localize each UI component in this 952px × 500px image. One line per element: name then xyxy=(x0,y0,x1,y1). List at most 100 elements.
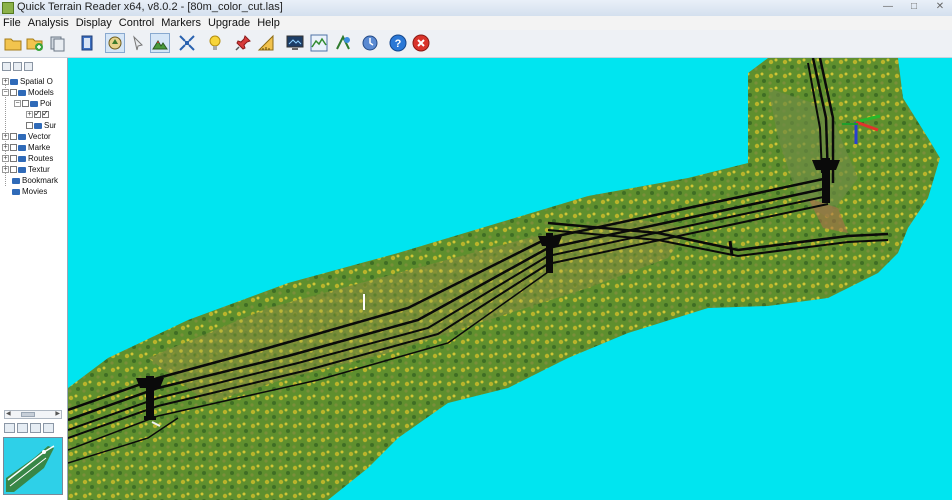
tree-item-routes[interactable]: + Routes xyxy=(2,153,53,164)
checkbox[interactable] xyxy=(10,166,17,173)
tree-label: Movies xyxy=(22,187,48,196)
tree-item-spatial[interactable]: + Spatial O xyxy=(2,76,53,87)
close-button[interactable]: ✕ xyxy=(934,1,946,13)
layers-icon[interactable] xyxy=(47,33,67,53)
tree-label: Models xyxy=(28,88,54,97)
checkbox[interactable] xyxy=(10,89,17,96)
help-icon[interactable]: ? xyxy=(388,33,408,53)
checkbox[interactable] xyxy=(10,144,17,151)
checkbox[interactable] xyxy=(10,133,17,140)
open-folder-icon[interactable] xyxy=(3,33,23,53)
window-controls: — □ ✕ xyxy=(882,1,946,13)
tree-label: Spatial O xyxy=(20,77,53,86)
maximize-button[interactable]: □ xyxy=(908,1,920,13)
checkbox-checked[interactable] xyxy=(42,109,49,118)
tree-tab[interactable] xyxy=(2,62,11,71)
expand-toggle[interactable]: + xyxy=(2,144,9,151)
collapse-toggle[interactable]: − xyxy=(14,100,21,107)
scroll-right-arrow[interactable]: ▶ xyxy=(55,411,60,418)
svg-text:?: ? xyxy=(395,38,402,50)
properties-tab[interactable] xyxy=(13,62,22,71)
minimap-lock-icon[interactable] xyxy=(43,423,54,433)
menu-help[interactable]: Help xyxy=(254,17,284,29)
folder-icon xyxy=(18,133,26,140)
folder-icon xyxy=(12,177,20,184)
tree-item-point-model[interactable]: + xyxy=(26,109,50,120)
checkbox[interactable] xyxy=(10,155,17,162)
terrain-view-icon[interactable] xyxy=(150,33,170,53)
select-icon[interactable] xyxy=(128,33,148,53)
window-title: Quick Terrain Reader x64, v8.0.2 - [80m_… xyxy=(17,1,283,13)
tree-horizontal-scrollbar[interactable]: ◀ ▶ xyxy=(4,410,62,419)
profile-icon[interactable] xyxy=(309,33,329,53)
overview-minimap[interactable] xyxy=(3,437,63,495)
expand-toggle[interactable]: + xyxy=(2,133,9,140)
tree-label: Poi xyxy=(40,99,52,108)
menu-display[interactable]: Display xyxy=(73,17,116,29)
menu-control[interactable]: Control xyxy=(116,17,158,29)
minimap-toolbar xyxy=(4,423,54,433)
tree-item-surface[interactable]: Sur xyxy=(26,120,56,131)
navigate-icon[interactable] xyxy=(105,33,125,53)
toolbar: ? xyxy=(0,30,952,58)
refresh-icon[interactable] xyxy=(360,33,380,53)
pushpin-icon[interactable] xyxy=(233,33,253,53)
tree-label: Vector xyxy=(28,132,51,141)
menu-bar: File Analysis Display Control Markers Up… xyxy=(0,16,952,30)
tree-label: Sur xyxy=(44,121,57,130)
checkbox-checked[interactable] xyxy=(34,109,41,118)
minimap-graphic xyxy=(6,445,55,492)
tree-label: Bookmark xyxy=(22,176,59,185)
folder-icon xyxy=(18,89,26,96)
collapse-toggle[interactable]: − xyxy=(2,89,9,96)
tree-label: Marke xyxy=(28,143,51,152)
lightbulb-icon[interactable] xyxy=(205,33,225,53)
folder-icon xyxy=(18,144,26,151)
folder-icon xyxy=(18,166,26,173)
book-icon[interactable] xyxy=(77,33,97,53)
menu-markers[interactable]: Markers xyxy=(158,17,205,29)
panel-tabs xyxy=(2,62,33,71)
folder-icon xyxy=(12,188,20,195)
monitor-icon[interactable] xyxy=(285,33,305,53)
scroll-thumb[interactable] xyxy=(21,412,35,417)
add-file-icon[interactable] xyxy=(25,33,45,53)
tree-item-models[interactable]: − Models xyxy=(2,87,54,98)
list-tab[interactable] xyxy=(24,62,33,71)
tree-item-textures[interactable]: + Textur xyxy=(2,164,50,175)
minimap-fit-icon[interactable] xyxy=(30,423,41,433)
expand-toggle[interactable]: + xyxy=(2,166,9,173)
tree-item-vector[interactable]: + Vector xyxy=(2,131,51,142)
minimize-button[interactable]: — xyxy=(882,1,894,13)
point-cloud-scene xyxy=(68,58,940,500)
app-icon xyxy=(2,2,14,14)
zoom-extents-icon[interactable] xyxy=(177,33,197,53)
tree-item-markers[interactable]: + Marke xyxy=(2,142,50,153)
expand-toggle[interactable]: + xyxy=(2,78,9,85)
tree-label: Routes xyxy=(28,154,54,163)
checkbox[interactable] xyxy=(26,122,33,129)
scene-tree-panel: +Spatial O −Models −Poi + Sur +Vector +M… xyxy=(0,58,68,500)
expand-toggle[interactable]: + xyxy=(26,111,33,118)
menu-upgrade[interactable]: Upgrade xyxy=(205,17,254,29)
folder-icon xyxy=(10,78,18,85)
folder-icon xyxy=(34,122,42,129)
measure-icon[interactable] xyxy=(256,33,276,53)
menu-file[interactable]: File xyxy=(0,17,25,29)
checkbox[interactable] xyxy=(22,100,29,107)
menu-analysis[interactable]: Analysis xyxy=(25,17,73,29)
expand-toggle[interactable]: + xyxy=(2,155,9,162)
tree-item-movies[interactable]: Movies xyxy=(12,186,47,197)
tree-label: Textur xyxy=(28,165,50,174)
line-pole xyxy=(728,240,734,256)
stop-icon[interactable] xyxy=(411,33,431,53)
3d-viewport[interactable] xyxy=(68,58,952,500)
scroll-left-arrow[interactable]: ◀ xyxy=(6,411,11,418)
tree-item-poi[interactable]: − Poi xyxy=(14,98,52,109)
marker-icon[interactable] xyxy=(333,33,353,53)
folder-icon xyxy=(30,100,38,107)
minimap-zoom-icon[interactable] xyxy=(4,423,15,433)
tree-item-bookmarks[interactable]: Bookmark xyxy=(12,175,58,186)
minimap-pan-icon[interactable] xyxy=(17,423,28,433)
folder-icon xyxy=(18,155,26,162)
